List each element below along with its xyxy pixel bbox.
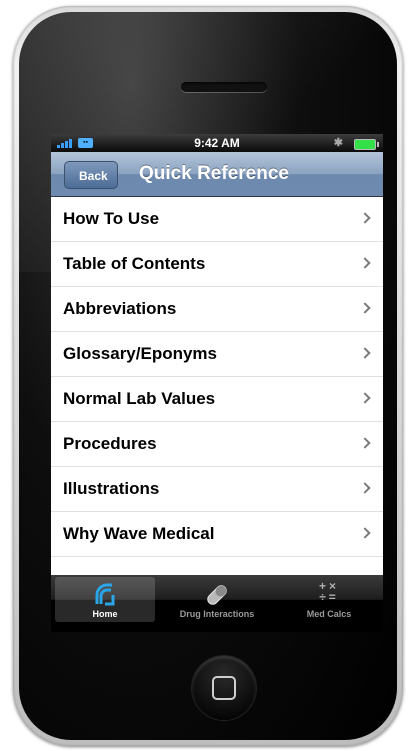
chevron-right-icon: [359, 302, 371, 314]
list-item-label: Abbreviations: [63, 299, 177, 318]
reference-list: How To Use Table of Contents Abbreviatio…: [51, 197, 383, 575]
list-item-label: How To Use: [63, 209, 160, 228]
home-hardware-button[interactable]: [192, 656, 256, 720]
pill-icon: [207, 585, 227, 605]
navigation-bar: Back Quick Reference: [51, 152, 383, 197]
chevron-right-icon: [359, 437, 371, 449]
list-item-procedures[interactable]: Procedures: [51, 422, 383, 467]
chevron-right-icon: [359, 482, 371, 494]
list-item-label: Table of Contents: [63, 254, 206, 273]
chevron-right-icon: [359, 527, 371, 539]
list-item-glossary[interactable]: Glossary/Eponyms: [51, 332, 383, 377]
list-item-label: Glossary/Eponyms: [63, 344, 218, 363]
screen-bottom-edge: [51, 624, 383, 632]
tab-home[interactable]: Home: [55, 577, 155, 622]
tab-med-calcs[interactable]: +× ÷= Med Calcs: [279, 577, 379, 622]
chevron-right-icon: [359, 347, 371, 359]
list-item-illustrations[interactable]: Illustrations: [51, 467, 383, 512]
status-bar: ▪▪ 9:42 AM ✱: [51, 134, 383, 152]
back-button[interactable]: Back: [64, 161, 118, 189]
list-item-why-wave-medical[interactable]: Why Wave Medical: [51, 512, 383, 557]
tab-med-calcs-label: Med Calcs: [306, 609, 352, 619]
home-square-icon: [212, 676, 236, 700]
chevron-right-icon: [359, 392, 371, 404]
page-title: Quick Reference: [139, 163, 289, 184]
tab-bar: Home Drug Interactions +× ÷= Med Calcs: [51, 575, 383, 624]
calculator-icon: +× ÷=: [318, 579, 340, 604]
tab-drug-interactions-label: Drug Interactions: [179, 609, 255, 619]
battery-icon: [354, 139, 379, 150]
list-item-table-of-contents[interactable]: Table of Contents: [51, 242, 383, 287]
tab-home-label: Home: [92, 609, 118, 619]
app-screen: ▪▪ 9:42 AM ✱ Back Quick Reference How To…: [51, 134, 383, 632]
list-item-label: Illustrations: [63, 479, 160, 498]
speaker-grille: [181, 82, 267, 92]
list-item-abbreviations[interactable]: Abbreviations: [51, 287, 383, 332]
tab-drug-interactions[interactable]: Drug Interactions: [167, 577, 267, 622]
wave-icon: [95, 583, 115, 606]
list-item-label: Procedures: [63, 434, 157, 453]
list-item-how-to-use[interactable]: How To Use: [51, 197, 383, 242]
chevron-right-icon: [359, 257, 371, 269]
bluetooth-icon: ✱: [333, 137, 343, 149]
list-item-label: Normal Lab Values: [63, 389, 216, 408]
chevron-right-icon: [359, 212, 371, 224]
list-item-normal-lab-values[interactable]: Normal Lab Values: [51, 377, 383, 422]
list-item-label: Why Wave Medical: [63, 524, 215, 543]
list-item-partial[interactable]: [51, 557, 383, 575]
